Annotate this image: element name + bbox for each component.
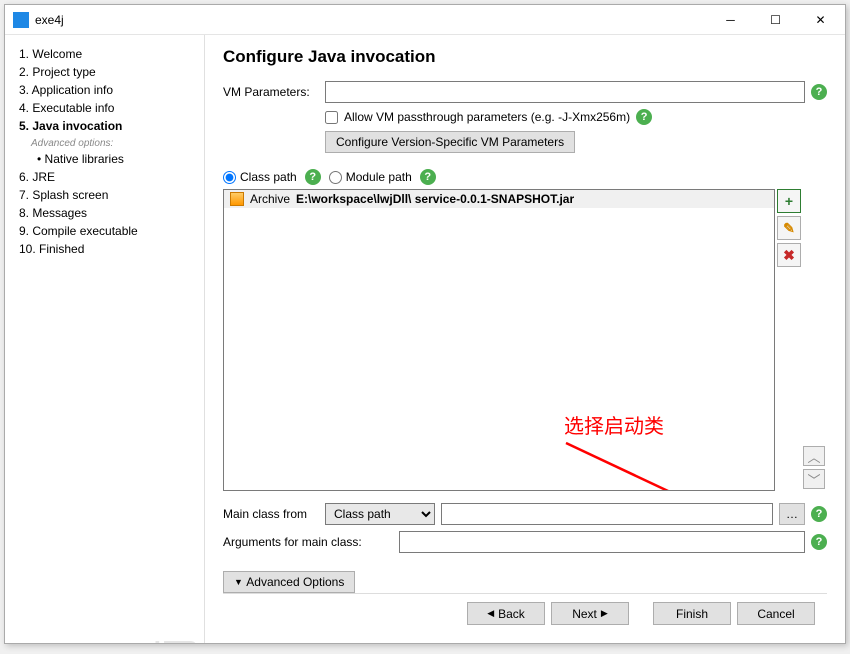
main-class-label: Main class from	[223, 507, 319, 521]
maximize-button[interactable]: ☐	[753, 6, 798, 34]
classpath-listbox[interactable]: Archive E:\workspace\lwjDll\ service-0.0…	[223, 189, 775, 491]
main-panel: Configure Java invocation VM Parameters:…	[205, 35, 845, 643]
next-button[interactable]: Next▶	[551, 602, 629, 625]
configure-version-vm-button[interactable]: Configure Version-Specific VM Parameters	[325, 131, 575, 153]
help-icon[interactable]: ?	[811, 534, 827, 550]
app-window: exe4j ─ ☐ ✕ 1. Welcome 2. Project type 3…	[4, 4, 846, 644]
nav-messages[interactable]: 8. Messages	[13, 204, 196, 222]
edit-classpath-button[interactable]: ✎	[777, 216, 801, 240]
main-class-input[interactable]	[441, 503, 773, 525]
close-button[interactable]: ✕	[798, 6, 843, 34]
advanced-options-button[interactable]: ▼ Advanced Options	[223, 571, 355, 593]
finish-button[interactable]: Finish	[653, 602, 731, 625]
nav-jre[interactable]: 6. JRE	[13, 168, 196, 186]
window-title: exe4j	[35, 13, 708, 27]
help-icon[interactable]: ?	[811, 84, 827, 100]
back-button[interactable]: ◀Back	[467, 602, 545, 625]
titlebar: exe4j ─ ☐ ✕	[5, 5, 845, 35]
nav-finished[interactable]: 10. Finished	[13, 240, 196, 258]
browse-main-class-button[interactable]: …	[779, 503, 805, 525]
help-icon[interactable]: ?	[305, 169, 321, 185]
help-icon[interactable]: ?	[811, 506, 827, 522]
classpath-entry[interactable]: Archive E:\workspace\lwjDll\ service-0.0…	[224, 190, 774, 208]
minimize-button[interactable]: ─	[708, 6, 753, 34]
annotation-arrow	[536, 438, 756, 491]
module-path-radio[interactable]	[329, 171, 342, 184]
class-path-radio-label[interactable]: Class path	[223, 170, 297, 184]
delete-classpath-button[interactable]: ✖	[777, 243, 801, 267]
cancel-button[interactable]: Cancel	[737, 602, 815, 625]
footer: ◀Back Next▶ Finish Cancel	[223, 593, 827, 633]
module-path-radio-label[interactable]: Module path	[329, 170, 412, 184]
annotation-text: 选择启动类	[564, 410, 664, 439]
help-icon[interactable]: ?	[420, 169, 436, 185]
help-icon[interactable]: ?	[636, 109, 652, 125]
advanced-options-label: Advanced options:	[13, 135, 196, 150]
nav-compile-executable[interactable]: 9. Compile executable	[13, 222, 196, 240]
nav-splash-screen[interactable]: 7. Splash screen	[13, 186, 196, 204]
arguments-input[interactable]	[399, 531, 805, 553]
vm-parameters-label: VM Parameters:	[223, 85, 319, 99]
vm-parameters-input[interactable]	[325, 81, 805, 103]
nav-native-libraries[interactable]: • Native libraries	[13, 150, 196, 168]
sidebar: 1. Welcome 2. Project type 3. Applicatio…	[5, 35, 205, 643]
nav-application-info[interactable]: 3. Application info	[13, 81, 196, 99]
arguments-label: Arguments for main class:	[223, 535, 393, 549]
watermark: exe4j	[148, 637, 198, 643]
nav-project-type[interactable]: 2. Project type	[13, 63, 196, 81]
body: 1. Welcome 2. Project type 3. Applicatio…	[5, 35, 845, 643]
app-icon	[13, 12, 29, 28]
nav-welcome[interactable]: 1. Welcome	[13, 45, 196, 63]
archive-path: E:\workspace\lwjDll\ service-0.0.1-SNAPS…	[296, 192, 574, 206]
nav-executable-info[interactable]: 4. Executable info	[13, 99, 196, 117]
jar-icon	[230, 192, 244, 206]
page-title: Configure Java invocation	[223, 47, 827, 67]
archive-prefix: Archive	[250, 192, 290, 206]
nav-java-invocation[interactable]: 5. Java invocation	[13, 117, 196, 135]
vm-passthrough-label: Allow VM passthrough parameters (e.g. -J…	[344, 110, 630, 124]
add-classpath-button[interactable]: +	[777, 189, 801, 213]
move-up-button[interactable]: ︿	[803, 446, 825, 466]
class-path-radio[interactable]	[223, 171, 236, 184]
chevron-down-icon: ▼	[234, 577, 243, 587]
main-class-from-select[interactable]: Class path	[325, 503, 435, 525]
move-down-button[interactable]: ﹀	[803, 469, 825, 489]
vm-passthrough-checkbox[interactable]	[325, 111, 338, 124]
